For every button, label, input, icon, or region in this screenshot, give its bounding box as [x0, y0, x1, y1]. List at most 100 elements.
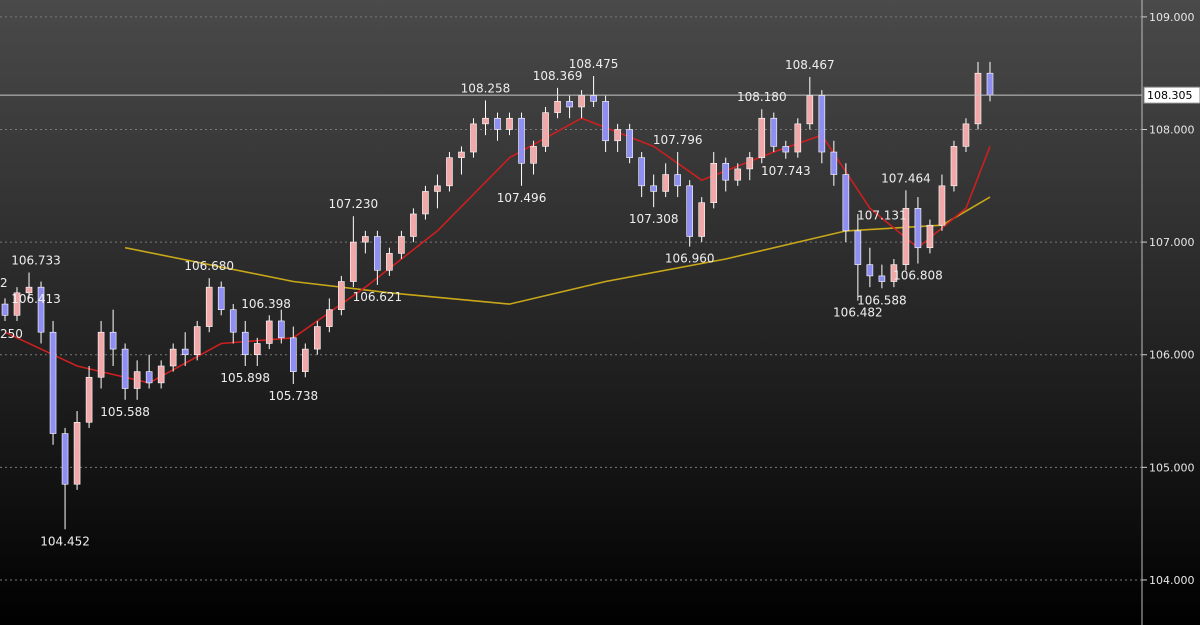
candle-body	[265, 320, 273, 344]
candle-body	[386, 253, 393, 271]
candle-body	[229, 309, 237, 333]
candle-body	[277, 320, 285, 339]
price-label: 106.398	[241, 297, 291, 311]
candle-body	[302, 348, 309, 372]
candle-body	[85, 376, 93, 423]
price-label: 107.496	[497, 191, 547, 205]
price-label: 105.898	[220, 371, 270, 385]
candle-body	[674, 174, 681, 187]
candle-body	[458, 151, 465, 158]
candle-body	[410, 213, 417, 237]
price-label: 105.588	[100, 405, 150, 419]
candle-body	[746, 157, 754, 170]
candle-body	[470, 123, 477, 153]
candle-body	[530, 146, 537, 164]
candle-body	[518, 117, 525, 164]
candle-body	[794, 123, 802, 153]
price-label: 106.413	[11, 292, 61, 306]
price-label: 104.452	[40, 534, 90, 548]
price-label: 105.738	[268, 389, 318, 403]
chart-canvas: 104.000 105.000 106.000 107.000 108.000 109.0…	[0, 0, 1200, 625]
candle-body	[962, 123, 970, 147]
price-label: 107.230	[329, 197, 379, 211]
price-label: 108.467	[785, 58, 835, 72]
candle-body	[109, 331, 117, 350]
candle-body	[722, 162, 730, 181]
candle-body	[878, 275, 886, 282]
candle-body	[830, 151, 838, 175]
candle-body	[362, 236, 369, 243]
candle-body	[121, 348, 129, 389]
y-tick-label: 104.000	[1149, 574, 1195, 587]
y-tick-label: 105.000	[1149, 461, 1195, 474]
candle-body	[422, 191, 429, 215]
candle-body	[782, 146, 790, 153]
moving-average-fast	[4, 117, 991, 384]
y-tick-label: 109.000	[1149, 11, 1195, 24]
y-tick-label: 108.000	[1149, 124, 1195, 137]
candle-body	[662, 174, 669, 192]
candle-body	[157, 365, 165, 384]
candle-body	[133, 371, 141, 389]
candle-body	[986, 72, 994, 96]
candle-body	[181, 348, 189, 356]
candle-body	[590, 95, 597, 102]
candle-body	[854, 230, 862, 265]
price-label: 106.960	[665, 252, 715, 266]
price-label: 107.464	[881, 171, 931, 185]
candle-body	[289, 337, 297, 372]
price-label: 108.258	[461, 81, 511, 95]
candle-body	[97, 331, 105, 378]
price-label: 106.482	[833, 306, 883, 320]
candle-body	[638, 157, 645, 187]
candle-body	[650, 185, 657, 192]
candle-body	[253, 343, 261, 356]
candle-body	[169, 348, 177, 367]
price-label: 106.808	[893, 269, 943, 283]
cutoff-price-label: 250	[0, 327, 23, 341]
candle-body	[241, 331, 249, 356]
candle-body	[506, 117, 513, 130]
candle-body	[770, 117, 778, 147]
candle-body	[326, 309, 333, 327]
candle-body	[566, 101, 573, 108]
price-label: 106.680	[184, 259, 234, 273]
price-label: 107.743	[761, 164, 811, 178]
candle-body	[542, 112, 549, 147]
price-label: 106.733	[11, 254, 61, 268]
candle-body	[193, 326, 201, 356]
y-tick-label: 107.000	[1149, 236, 1195, 249]
candle-body	[710, 162, 718, 204]
candle-body	[494, 117, 501, 130]
candle-body	[938, 185, 946, 226]
price-label: 107.796	[653, 133, 703, 147]
candle-body	[614, 129, 621, 142]
candle-body	[446, 157, 453, 187]
candle-body	[217, 286, 225, 310]
candle-body	[602, 101, 609, 142]
candle-body	[314, 326, 321, 350]
y-tick-label: 106.000	[1149, 349, 1195, 362]
candle-body	[73, 421, 81, 485]
candle-body	[950, 146, 958, 187]
candle-body	[866, 264, 874, 277]
candle-body	[145, 371, 153, 384]
candle-body	[926, 224, 934, 249]
candle-body	[398, 236, 405, 254]
candle-body	[686, 185, 693, 237]
candle-body	[374, 236, 381, 271]
candle-body	[350, 241, 357, 282]
candle-body	[49, 331, 57, 434]
current-price-label: 108.305	[1147, 89, 1193, 102]
candle-body	[734, 168, 742, 181]
candle-body	[818, 95, 826, 153]
candle-body	[205, 286, 213, 327]
candle-body	[626, 129, 633, 158]
price-label: 107.131	[857, 208, 907, 222]
candle-body	[482, 117, 489, 125]
candle-body	[554, 101, 561, 113]
candle-body	[914, 208, 922, 249]
candle-body	[806, 95, 814, 125]
candle-body	[338, 281, 345, 310]
price-label: 108.180	[737, 90, 787, 104]
